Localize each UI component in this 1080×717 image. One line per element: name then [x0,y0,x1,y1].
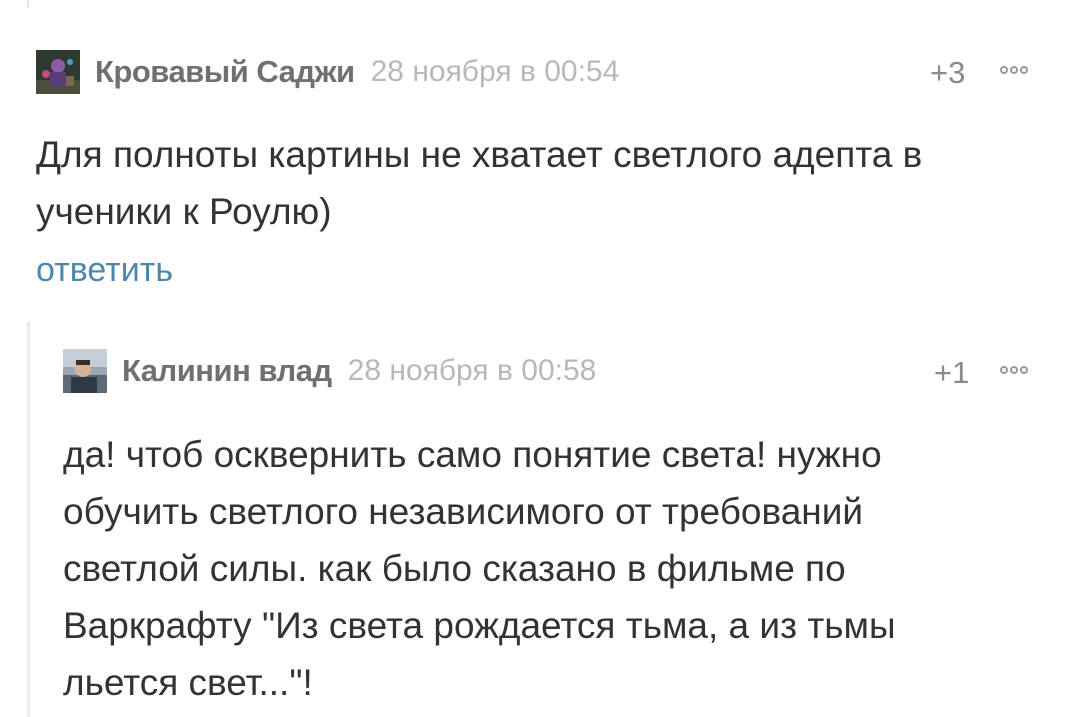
comment-date: 28 ноября в 00:58 [347,354,597,387]
avatar[interactable] [36,50,80,94]
comment-header: Кровавый Саджи 28 ноября в 00:54 [36,50,619,94]
comment-text-line: льется свет..."! [63,662,313,703]
comment-text-line: да! чтоб осквернить само понятие света! … [63,434,882,475]
comment-header: Калинин влад 28 ноября в 00:58 [63,349,596,393]
comment-author[interactable]: Калинин влад [122,353,332,389]
comment-text-line: ученики к Роулю) [36,191,332,232]
thread-nesting-line [27,322,30,717]
avatar[interactable] [63,349,107,393]
comment-text-line: обучить светлого независимого от требова… [63,491,864,532]
thread-line-top [27,0,29,8]
more-options-icon[interactable] [1000,66,1028,74]
comments-page: Кровавый Саджи 28 ноября в 00:54 +3 Для … [0,0,1080,717]
comment-text: да! чтоб осквернить само понятие света! … [63,426,896,711]
comment-text: Для полноты картины не хватает светлого … [36,126,922,240]
person-photo-avatar-icon [63,349,107,393]
comment-text-line: Варкрафту "Из света рождается тьма, а из… [63,605,896,646]
reply-link[interactable]: ответить [36,251,173,290]
comment-date: 28 ноября в 00:54 [370,55,620,88]
comment-author[interactable]: Кровавый Саджи [95,54,355,90]
comment-text-line: светлой силы. как было сказано в фильме … [63,548,846,589]
comment-rating: +3 [930,55,966,90]
comment-rating: +1 [934,355,970,390]
game-character-avatar-icon [36,50,80,94]
more-options-icon[interactable] [1000,366,1028,374]
comment-text-line: Для полноты картины не хватает светлого … [36,134,923,175]
